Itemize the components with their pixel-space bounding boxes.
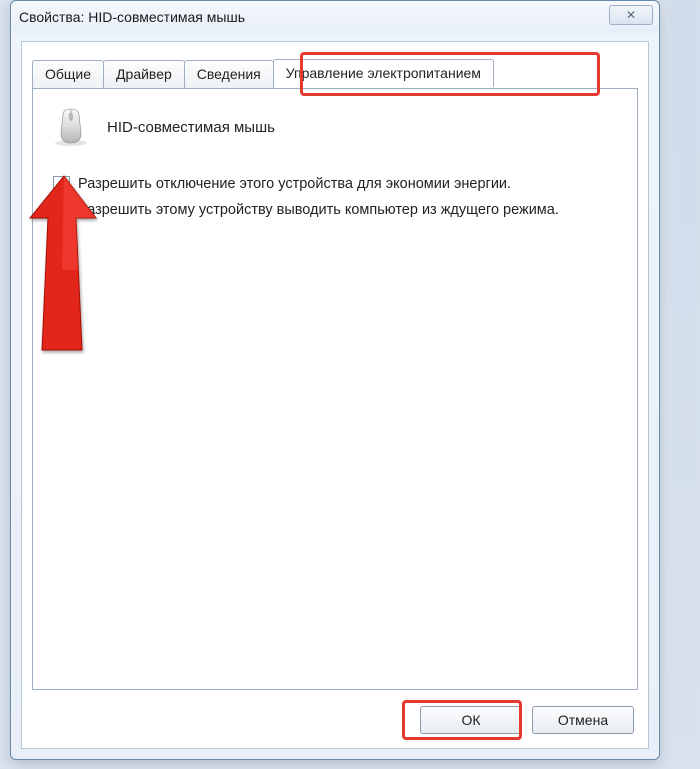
close-icon: ✕ xyxy=(626,8,636,22)
dialog-buttons: ОК Отмена xyxy=(420,706,634,734)
tab-general[interactable]: Общие xyxy=(32,60,104,88)
tab-strip: Общие Драйвер Сведения Управление электр… xyxy=(32,60,493,88)
titlebar[interactable]: Свойства: HID-совместимая мышь ✕ xyxy=(11,1,659,33)
allow-wake-row: Разрешить этому устройству выводить комп… xyxy=(53,201,621,221)
allow-turnoff-row: Разрешить отключение этого устройства дл… xyxy=(53,175,621,195)
mouse-icon xyxy=(49,107,93,147)
properties-dialog: Свойства: HID-совместимая мышь ✕ Общие Д… xyxy=(10,0,660,760)
dialog-body: Общие Драйвер Сведения Управление электр… xyxy=(21,41,649,749)
cancel-button[interactable]: Отмена xyxy=(532,706,634,734)
allow-turnoff-label: Разрешить отключение этого устройства дл… xyxy=(78,175,511,195)
tab-panel-power: HID-совместимая мышь Разрешить отключени… xyxy=(32,88,638,690)
tab-details[interactable]: Сведения xyxy=(184,60,274,88)
window-title: Свойства: HID-совместимая мышь xyxy=(19,9,245,25)
allow-wake-label: Разрешить этому устройству выводить комп… xyxy=(78,201,559,221)
background-blur xyxy=(670,0,700,769)
tab-driver[interactable]: Драйвер xyxy=(103,60,185,88)
tab-power-management[interactable]: Управление электропитанием xyxy=(273,59,494,87)
allow-turnoff-checkbox[interactable] xyxy=(53,176,70,193)
allow-wake-checkbox xyxy=(53,202,70,219)
ok-button[interactable]: ОК xyxy=(420,706,522,734)
close-button[interactable]: ✕ xyxy=(609,5,653,25)
device-header: HID-совместимая мышь xyxy=(49,107,621,147)
device-name-label: HID-совместимая мышь xyxy=(107,119,275,136)
